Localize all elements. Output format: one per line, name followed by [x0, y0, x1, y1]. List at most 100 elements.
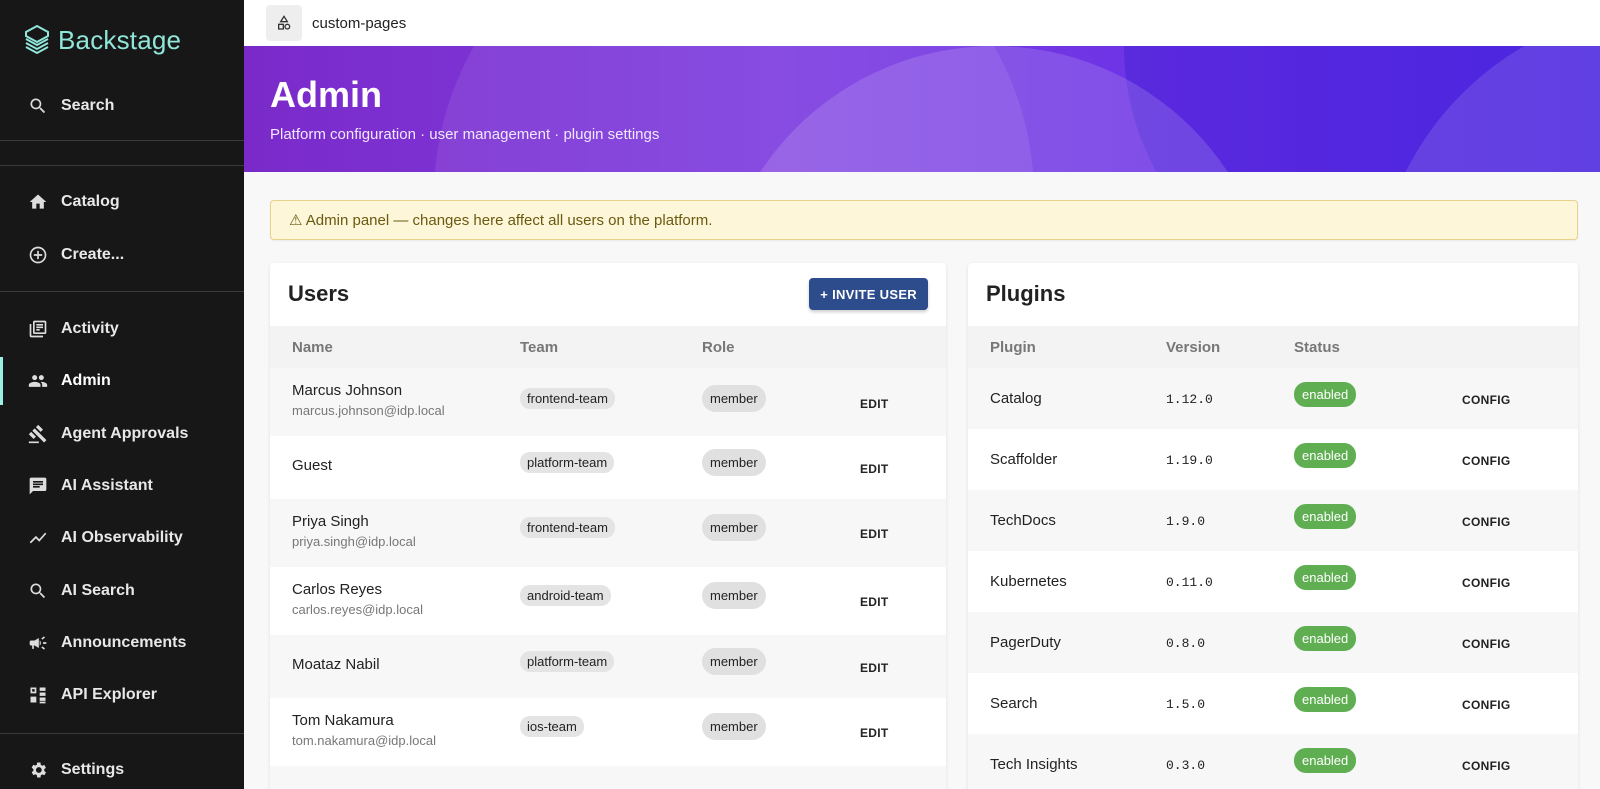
plugin-name: PagerDuty	[990, 634, 1061, 651]
sidebar-divider	[0, 733, 244, 734]
edit-user-button[interactable]: EDIT	[860, 661, 889, 675]
sidebar-item-label: AI Assistant	[61, 477, 153, 494]
user-name: Carlos Reyes	[292, 581, 383, 598]
sidebar-item-label: API Explorer	[61, 686, 158, 703]
config-plugin-button[interactable]: CONFIG	[1462, 698, 1510, 712]
table-row: Tom Nakamura tom.nakamura@idp.local ios-…	[270, 698, 946, 766]
brand-logo[interactable]: Backstage	[24, 24, 181, 56]
users-title: Users	[288, 281, 350, 306]
sidebar-item-ai-search[interactable]: AI Search	[0, 567, 244, 615]
config-plugin-button[interactable]: CONFIG	[1462, 759, 1510, 773]
plugin-name: TechDocs	[990, 512, 1056, 529]
config-plugin-button[interactable]: CONFIG	[1462, 454, 1510, 468]
column-header-plugin[interactable]: Plugin	[990, 339, 1036, 356]
edit-user-button[interactable]: EDIT	[860, 726, 889, 740]
user-email: tom.nakamura@idp.local	[292, 733, 436, 748]
sidebar-item-label: Admin	[61, 372, 111, 389]
plugin-version: 1.19.0	[1166, 453, 1213, 468]
role-chip: member	[702, 385, 766, 412]
sidebar-item-announcements[interactable]: Announcements	[0, 619, 244, 667]
plugin-version: 1.12.0	[1166, 392, 1213, 407]
sidebar-item-label: Catalog	[61, 193, 120, 210]
edit-user-button[interactable]: EDIT	[860, 595, 889, 609]
table-row	[270, 766, 946, 789]
sidebar-item-activity[interactable]: Activity	[0, 305, 244, 353]
edit-user-button[interactable]: EDIT	[860, 527, 889, 541]
team-chip: frontend-team	[520, 388, 615, 409]
table-row: PagerDuty 0.8.0 enabled CONFIG	[968, 612, 1578, 673]
user-name: Guest	[292, 457, 333, 474]
sidebar-divider	[0, 165, 244, 166]
trending-icon	[28, 528, 48, 548]
status-badge: enabled	[1294, 443, 1357, 468]
sidebar-item-create[interactable]: Create...	[0, 231, 244, 279]
sidebar-item-label: Activity	[61, 320, 119, 337]
plugin-name: Catalog	[990, 390, 1042, 407]
plugin-version: 0.3.0	[1166, 758, 1206, 773]
table-row: Marcus Johnson marcus.johnson@idp.local …	[270, 368, 946, 436]
user-email: carlos.reyes@idp.local	[292, 602, 423, 617]
invite-user-button[interactable]: + INVITE USER	[809, 278, 928, 310]
edit-user-button[interactable]: EDIT	[860, 397, 889, 411]
sidebar-item-admin[interactable]: Admin	[0, 357, 244, 405]
sidebar-item-label: Agent Approvals	[61, 425, 189, 442]
plugins-table-header: Plugin Version Status	[968, 326, 1578, 368]
add-circle-icon	[28, 245, 48, 265]
plugin-home-button[interactable]	[266, 5, 302, 41]
sidebar-item-label: Create...	[61, 246, 125, 263]
sidebar-item-ai-observability[interactable]: AI Observability	[0, 514, 244, 562]
status-badge: enabled	[1294, 626, 1357, 651]
activity-icon	[28, 319, 48, 339]
column-header-status[interactable]: Status	[1294, 339, 1340, 356]
table-row: Search 1.5.0 enabled CONFIG	[968, 673, 1578, 734]
search-icon	[28, 96, 48, 116]
plugin-version: 1.9.0	[1166, 514, 1206, 529]
user-name: Moataz Nabil	[292, 656, 380, 673]
api-icon	[28, 685, 48, 705]
user-name: Tom Nakamura	[292, 712, 394, 729]
top-bar: custom-pages	[244, 0, 1600, 46]
search-icon	[28, 581, 48, 601]
column-header-team[interactable]: Team	[520, 339, 558, 356]
sidebar-item-ai-assistant[interactable]: AI Assistant	[0, 462, 244, 510]
chat-icon	[28, 476, 48, 496]
sidebar-item-agent-approvals[interactable]: Agent Approvals	[0, 410, 244, 458]
table-row: Guest platform-team member EDIT	[270, 436, 946, 499]
plugin-version: 0.8.0	[1166, 636, 1206, 651]
column-header-version[interactable]: Version	[1166, 339, 1220, 356]
breadcrumb[interactable]: custom-pages	[312, 15, 406, 32]
status-badge: enabled	[1294, 565, 1357, 590]
team-chip: ios-team	[520, 716, 584, 737]
role-chip: member	[702, 514, 766, 541]
table-row: TechDocs 1.9.0 enabled CONFIG	[968, 490, 1578, 551]
page-header-banner: Admin Platform configuration · user mana…	[244, 46, 1600, 172]
config-plugin-button[interactable]: CONFIG	[1462, 637, 1510, 651]
plugin-name: Kubernetes	[990, 573, 1067, 590]
table-row: Carlos Reyes carlos.reyes@idp.local andr…	[270, 567, 946, 635]
column-header-role[interactable]: Role	[702, 339, 735, 356]
plugin-version: 0.11.0	[1166, 575, 1213, 590]
column-header-name[interactable]: Name	[292, 339, 333, 356]
user-email: marcus.johnson@idp.local	[292, 403, 445, 418]
table-row: Catalog 1.12.0 enabled CONFIG	[968, 368, 1578, 429]
table-row: Moataz Nabil platform-team member EDIT	[270, 635, 946, 698]
brand-name: Backstage	[58, 24, 182, 55]
config-plugin-button[interactable]: CONFIG	[1462, 515, 1510, 529]
team-chip: android-team	[520, 585, 611, 606]
sidebar-item-label: AI Search	[61, 582, 135, 599]
sidebar-item-catalog[interactable]: Catalog	[0, 178, 244, 226]
table-row: Scaffolder 1.19.0 enabled CONFIG	[968, 429, 1578, 490]
sidebar-item-label: AI Observability	[61, 529, 183, 546]
user-email: priya.singh@idp.local	[292, 534, 416, 549]
status-badge: enabled	[1294, 504, 1357, 529]
sidebar-item-settings[interactable]: Settings	[0, 746, 244, 789]
role-chip: member	[702, 713, 766, 740]
sidebar-search[interactable]: Search	[0, 82, 244, 130]
user-name: Marcus Johnson	[292, 382, 403, 399]
sidebar-item-api-explorer[interactable]: API Explorer	[0, 671, 244, 719]
config-plugin-button[interactable]: CONFIG	[1462, 393, 1510, 407]
config-plugin-button[interactable]: CONFIG	[1462, 576, 1510, 590]
sidebar: Backstage Search Catalog Create... Activ…	[0, 0, 244, 789]
backstage-logo-icon	[25, 24, 49, 55]
edit-user-button[interactable]: EDIT	[860, 462, 889, 476]
